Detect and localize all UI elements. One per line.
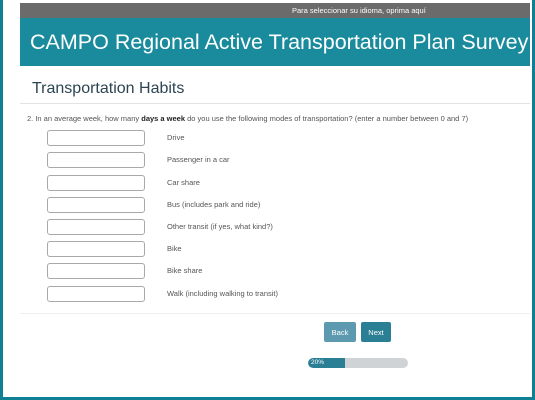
question-prefix: 2. In an average week, how many <box>27 114 142 123</box>
question-text: 2. In an average week, how many days a w… <box>27 114 468 123</box>
language-bar[interactable]: Para seleccionar su idioma, oprima aquí <box>20 3 530 18</box>
bike-days-input[interactable] <box>47 241 145 257</box>
form-divider <box>20 313 530 314</box>
progress-bar: 20% <box>308 358 408 368</box>
mode-label: Passenger in a car <box>167 155 230 164</box>
car-share-days-input[interactable] <box>47 175 145 191</box>
language-select-link[interactable]: Para seleccionar su idioma, oprima aquí <box>292 3 426 18</box>
mode-row-walk: Walk (including walking to transit) <box>3 286 403 302</box>
survey-title: CAMPO Regional Active Transportation Pla… <box>30 30 529 54</box>
section-divider <box>20 103 530 104</box>
mode-row-bike-share: Bike share <box>3 263 403 279</box>
mode-label: Drive <box>167 133 185 142</box>
other-transit-days-input[interactable] <box>47 219 145 235</box>
drive-days-input[interactable] <box>47 130 145 146</box>
question-suffix: do you use the following modes of transp… <box>185 114 469 123</box>
bike-share-days-input[interactable] <box>47 263 145 279</box>
mode-row-drive: Drive <box>3 130 403 146</box>
mode-row-bike: Bike <box>3 241 403 257</box>
section-title: Transportation Habits <box>32 80 185 97</box>
mode-label: Car share <box>167 178 200 187</box>
mode-row-bus: Bus (includes park and ride) <box>3 197 403 213</box>
progress-label: 20% <box>311 359 325 366</box>
walk-days-input[interactable] <box>47 286 145 302</box>
bus-days-input[interactable] <box>47 197 145 213</box>
next-button[interactable]: Next <box>361 322 391 342</box>
survey-banner: CAMPO Regional Active Transportation Pla… <box>20 18 530 66</box>
mode-row-passenger: Passenger in a car <box>3 152 403 168</box>
mode-label: Bus (includes park and ride) <box>167 200 261 209</box>
mode-label: Other transit (if yes, what kind?) <box>167 222 273 231</box>
mode-row-car-share: Car share <box>3 175 403 191</box>
mode-row-other-transit: Other transit (if yes, what kind?) <box>3 219 403 235</box>
back-button[interactable]: Back <box>324 322 356 342</box>
mode-label: Bike <box>167 244 182 253</box>
question-emphasis: days a week <box>141 114 186 123</box>
survey-frame: Para seleccionar su idioma, oprima aquí … <box>0 0 535 400</box>
passenger-days-input[interactable] <box>47 152 145 168</box>
mode-label: Walk (including walking to transit) <box>167 289 279 298</box>
mode-label: Bike share <box>167 266 203 275</box>
